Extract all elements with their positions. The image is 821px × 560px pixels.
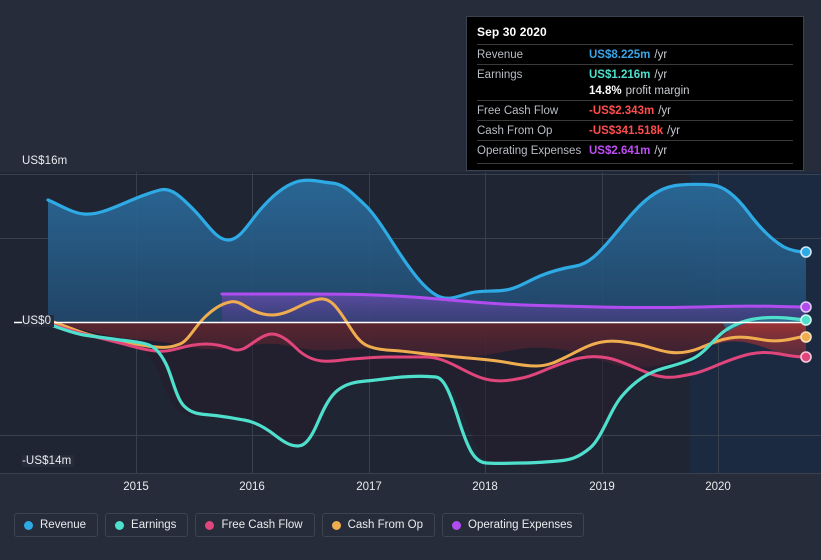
- chart-legend: Revenue Earnings Free Cash Flow Cash Fro…: [14, 513, 585, 537]
- tooltip-label-revenue: Revenue: [477, 49, 524, 61]
- y-axis-label-top: US$16m: [22, 155, 71, 167]
- revenue-endpoint-dot: [800, 246, 812, 258]
- tooltip-suffix-free-cash-flow: /yr: [658, 105, 671, 117]
- legend-label-earnings: Earnings: [131, 519, 177, 531]
- cash-from-op-endpoint-dot: [800, 331, 812, 343]
- y-axis-label-zero: US$0: [22, 315, 55, 327]
- tooltip-suffix-earnings: /yr: [654, 69, 668, 81]
- revenue-color-dot-icon: [24, 520, 33, 530]
- tooltip-row-cash-from-op: Cash From Op -US$341.518k /yr: [477, 120, 793, 140]
- free-cash-flow-endpoint-dot: [800, 351, 812, 363]
- tooltip-bottom-divider: [477, 163, 793, 164]
- operating-expenses-endpoint-dot: [800, 301, 812, 313]
- tooltip-row-earnings: Earnings US$1.216m /yr: [477, 64, 793, 84]
- tooltip-label-earnings: Earnings: [477, 69, 523, 81]
- x-axis-label-2017: 2017: [356, 481, 382, 493]
- legend-item-earnings[interactable]: Earnings: [105, 513, 189, 537]
- free-cash-flow-color-dot-icon: [205, 520, 215, 530]
- tooltip-label-cash-from-op: Cash From Op: [477, 125, 553, 137]
- y-axis-label-bottom: -US$14m: [22, 455, 75, 467]
- tooltip-row-free-cash-flow: Free Cash Flow -US$2.343m /yr: [477, 100, 793, 120]
- tooltip-date: Sep 30 2020: [477, 25, 547, 39]
- legend-label-cash-from-op: Cash From Op: [347, 519, 424, 531]
- operating-expenses-color-dot-icon: [452, 520, 462, 530]
- tooltip-suffix-cash-from-op: /yr: [667, 125, 680, 137]
- tooltip-value-cash-from-op: -US$341.518k: [589, 125, 664, 137]
- tooltip-suffix-profit-margin: profit margin: [625, 85, 690, 97]
- tooltip-label-free-cash-flow: Free Cash Flow: [477, 105, 559, 117]
- earnings-endpoint-dot: [800, 314, 812, 326]
- legend-label-operating-expenses: Operating Expenses: [468, 519, 573, 531]
- earnings-color-dot-icon: [115, 520, 125, 530]
- legend-label-revenue: Revenue: [40, 519, 87, 531]
- x-axis-label-2018: 2018: [472, 481, 498, 493]
- legend-label-free-cash-flow: Free Cash Flow: [221, 519, 303, 531]
- tooltip-row-operating-expenses: Operating Expenses US$2.641m /yr: [477, 140, 793, 160]
- legend-item-revenue[interactable]: Revenue: [14, 513, 99, 537]
- legend-item-operating-expenses[interactable]: Operating Expenses: [442, 513, 585, 537]
- tooltip-row-profit-margin: 14.8% profit margin: [477, 84, 793, 100]
- tooltip-suffix-revenue: /yr: [654, 49, 668, 61]
- tooltip-suffix-operating-expenses: /yr: [654, 145, 668, 157]
- x-axis-label-2015: 2015: [123, 481, 149, 493]
- tooltip-label-operating-expenses: Operating Expenses: [477, 145, 582, 157]
- tooltip-value-free-cash-flow: -US$2.343m: [589, 105, 655, 117]
- legend-item-free-cash-flow[interactable]: Free Cash Flow: [195, 513, 315, 537]
- tooltip-value-profit-margin: 14.8%: [589, 85, 622, 97]
- tooltip-value-earnings: US$1.216m: [589, 69, 651, 81]
- cash-from-op-color-dot-icon: [331, 520, 341, 530]
- x-axis-label-2019: 2019: [589, 481, 615, 493]
- tooltip-value-operating-expenses: US$2.641m: [589, 145, 651, 157]
- x-axis-label-2016: 2016: [239, 481, 265, 493]
- x-axis-label-2020: 2020: [705, 481, 731, 493]
- legend-item-cash-from-op[interactable]: Cash From Op: [321, 513, 436, 537]
- tooltip-row-revenue: Revenue US$8.225m /yr: [477, 44, 793, 64]
- chart-page: US$16m US$0 -US$14m 2015 2016 2017 2018 …: [0, 0, 821, 560]
- chart-tooltip: Sep 30 2020 Revenue US$8.225m /yr Earnin…: [466, 16, 804, 171]
- tooltip-value-revenue: US$8.225m: [589, 49, 651, 61]
